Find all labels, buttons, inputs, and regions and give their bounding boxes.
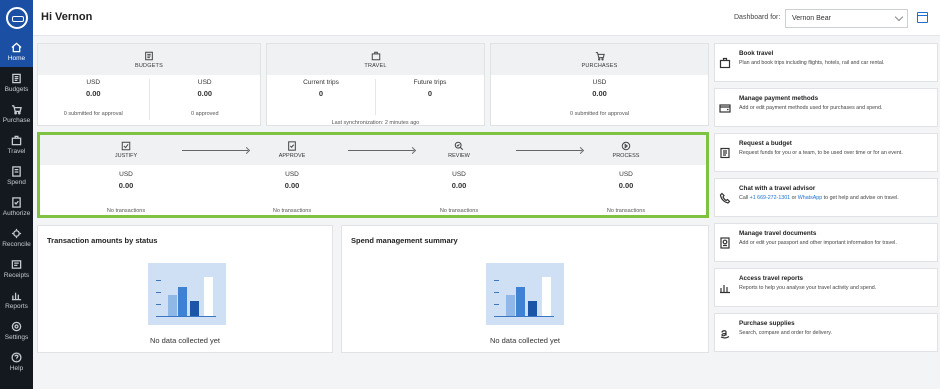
arrow-right-icon	[516, 150, 582, 151]
panel-title: Transaction amounts by status	[47, 236, 158, 245]
top-header: Hi Vernon Dashboard for: Vernon Bear	[33, 0, 940, 36]
arrow-right-icon	[348, 150, 414, 151]
passport-icon	[719, 236, 731, 249]
no-data-text: No data collected yet	[149, 336, 221, 345]
workflow-header: JUSTIFY APPROVE REVIEW PROCESS	[40, 135, 706, 165]
sidebar-item-spend[interactable]: Spend	[0, 160, 33, 191]
budget-icon	[144, 51, 154, 61]
suitcase-icon	[11, 135, 23, 146]
budgets-approved: USD 0.00 0 approved	[148, 79, 261, 120]
logo-icon	[5, 7, 28, 29]
cart-icon	[11, 104, 23, 115]
action-request-budget[interactable]: Request a budget Request funds for you o…	[714, 133, 938, 172]
justify-amount: USD 0.00 No transactions	[106, 171, 146, 214]
cart-icon	[595, 51, 605, 61]
empty-chart-illustration	[148, 263, 226, 325]
purchases-card[interactable]: PURCHASES USD 0.00 0 submitted for appro…	[490, 43, 709, 126]
approve-icon	[288, 141, 296, 151]
dashboard-user-select[interactable]: Vernon Bear	[785, 9, 908, 28]
sidebar-item-budgets[interactable]: Budgets	[0, 67, 33, 98]
suitcase-icon	[719, 56, 731, 69]
travel-card-header: TRAVEL	[267, 44, 484, 75]
transaction-status-panel: Transaction amounts by status No data co…	[37, 225, 333, 353]
future-trips: Future trips 0	[375, 79, 484, 115]
amazon-icon	[719, 326, 731, 339]
process-icon	[621, 141, 631, 151]
step-review[interactable]: REVIEW	[429, 135, 489, 159]
dashboard-user-value: Vernon Bear	[792, 15, 831, 22]
review-icon	[454, 141, 464, 151]
phone-icon	[719, 191, 731, 204]
greeting-title: Hi Vernon	[41, 11, 93, 23]
budgets-card-header: BUDGETS	[38, 44, 260, 75]
sidebar-item-travel[interactable]: Travel	[0, 129, 33, 160]
budgets-card[interactable]: BUDGETS USD 0.00 0 submitted for approva…	[37, 43, 261, 126]
sidebar-item-home[interactable]: Home	[0, 36, 33, 67]
no-data-text: No data collected yet	[489, 336, 561, 345]
empty-chart-illustration	[486, 263, 564, 325]
sidebar-item-authorize[interactable]: Authorize	[0, 191, 33, 222]
budget-icon	[11, 73, 23, 84]
action-purchase-supplies[interactable]: Purchase supplies Search, compare and or…	[714, 313, 938, 352]
action-chat-travel-advisor[interactable]: Chat with a travel advisor Call +1 669-2…	[714, 178, 938, 217]
wallet-icon	[719, 101, 731, 114]
authorize-icon	[11, 196, 23, 208]
whatsapp-link[interactable]: WhatsApp	[798, 195, 822, 201]
action-book-travel[interactable]: Book travel Plan and book trips includin…	[714, 43, 938, 82]
home-icon	[11, 42, 23, 53]
justify-icon	[121, 141, 131, 151]
step-approve[interactable]: APPROVE	[262, 135, 322, 159]
calendar-icon[interactable]	[917, 12, 928, 23]
last-sync-text: Last synchronization: 2 minutes ago	[331, 120, 420, 126]
sidebar-item-receipts[interactable]: Receipts	[0, 253, 33, 284]
reports-icon	[719, 281, 731, 294]
sidebar: Home Budgets Purchase Travel Spend Autho…	[0, 0, 33, 389]
purchases-submitted: USD 0.00 0 submitted for approval	[569, 79, 629, 117]
help-icon	[11, 351, 23, 363]
sidebar-item-reports[interactable]: Reports	[0, 284, 33, 315]
review-amount: USD 0.00 No transactions	[439, 171, 479, 214]
action-manage-payment-methods[interactable]: Manage payment methods Add or edit payme…	[714, 88, 938, 127]
workflow-panel: JUSTIFY APPROVE REVIEW PROCESS USD 0.00 …	[37, 132, 709, 218]
step-process[interactable]: PROCESS	[596, 135, 656, 159]
purchases-card-header: PURCHASES	[491, 44, 708, 75]
reconcile-icon	[11, 228, 23, 239]
dashboard-for-label: Dashboard for:	[734, 14, 781, 21]
suitcase-icon	[371, 51, 381, 61]
chevron-down-icon	[894, 12, 904, 22]
arrow-right-icon	[182, 150, 248, 151]
current-trips: Current trips 0	[303, 79, 339, 98]
spend-summary-panel: Spend management summary No data collect…	[341, 225, 709, 353]
process-amount: USD 0.00 No transactions	[606, 171, 646, 214]
action-manage-travel-documents[interactable]: Manage travel documents Add or edit your…	[714, 223, 938, 262]
budgets-submitted: USD 0.00 0 submitted for approval	[63, 79, 123, 117]
sidebar-item-reconcile[interactable]: Reconcile	[0, 222, 33, 253]
phone-link[interactable]: +1 669-272-1301	[750, 195, 791, 201]
budget-icon	[719, 146, 731, 159]
sidebar-item-purchase[interactable]: Purchase	[0, 98, 33, 129]
spend-icon	[11, 165, 23, 177]
gear-icon	[11, 321, 23, 332]
travel-card[interactable]: TRAVEL Current trips 0 Future trips 0 La…	[266, 43, 485, 126]
approve-amount: USD 0.00 No transactions	[272, 171, 312, 214]
app-logo[interactable]	[0, 0, 33, 36]
action-access-travel-reports[interactable]: Access travel reports Reports to help yo…	[714, 268, 938, 307]
sidebar-item-settings[interactable]: Settings	[0, 315, 33, 346]
reports-icon	[11, 290, 23, 301]
step-justify[interactable]: JUSTIFY	[96, 135, 156, 159]
panel-title: Spend management summary	[351, 236, 458, 245]
sidebar-item-help[interactable]: Help	[0, 346, 33, 377]
receipt-icon	[11, 259, 23, 270]
